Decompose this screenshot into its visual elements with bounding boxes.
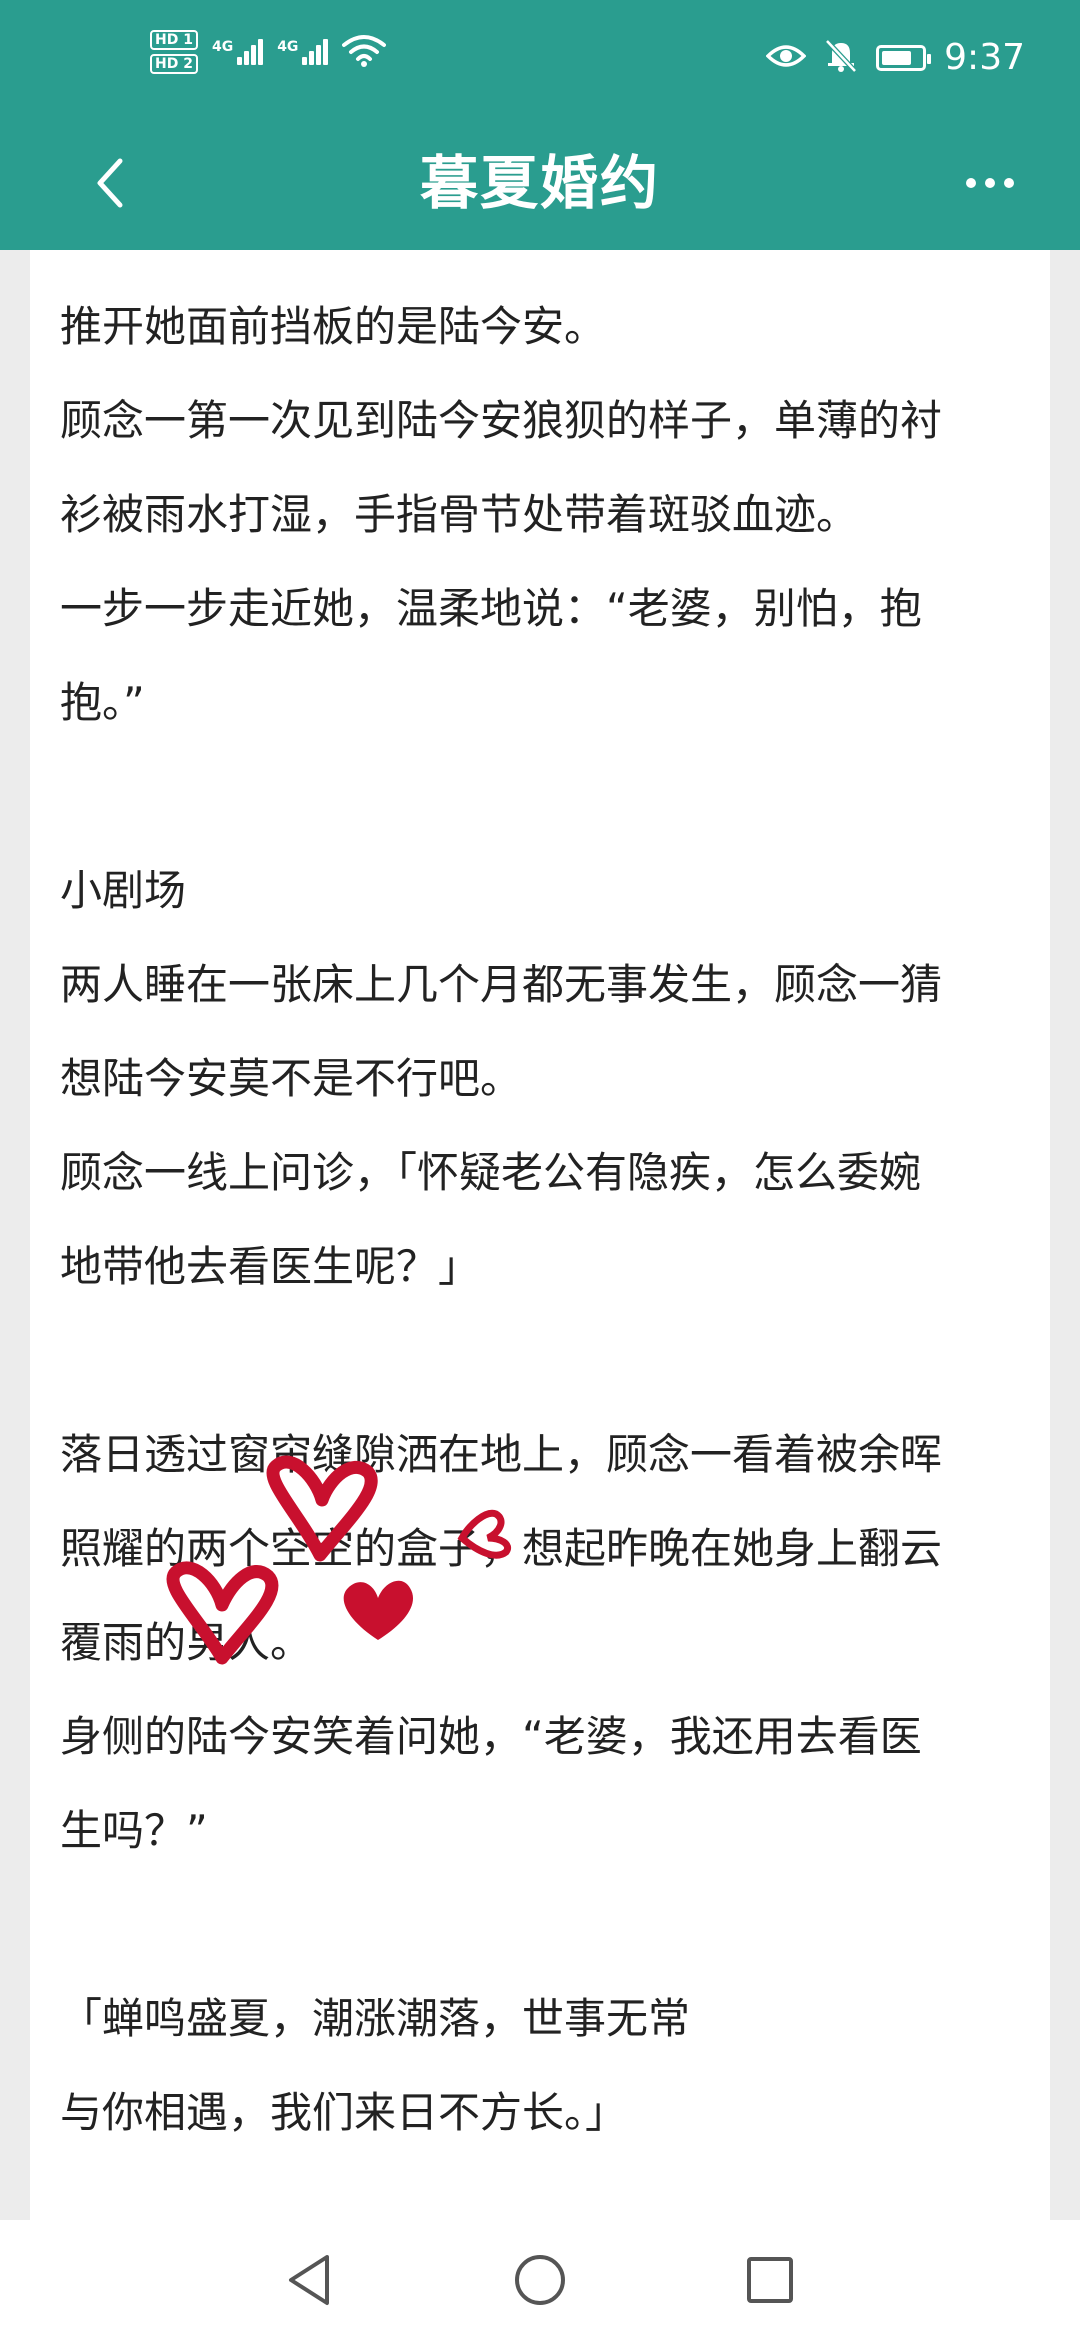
reading-page[interactable]: 推开她面前挡板的是陆今安。 顾念一第一次见到陆今安狼狈的样子，单薄的衬 衫被雨水…	[30, 250, 1050, 2220]
recents-square-icon	[747, 2256, 793, 2303]
status-bar: HD 1 HD 2 4G 4G 9:37	[0, 0, 1080, 125]
battery-fill	[882, 51, 912, 65]
text-line: 生吗？”	[60, 1806, 208, 1855]
signal-icon: 4G	[211, 39, 264, 65]
more-options-button[interactable]	[945, 143, 1035, 223]
signal-icon: 4G	[277, 39, 329, 65]
text-line: 顾念一第一次见到陆今安狼狈的样子，单薄的衬	[60, 396, 943, 445]
text-line: 落日透过窗帘缝隙洒在地上，顾念一看着被余晖	[60, 1430, 943, 1479]
network1-label: 4G	[211, 39, 234, 55]
text-line: 抱。”	[60, 678, 145, 727]
status-right-group: 9:37	[765, 37, 1025, 78]
text-line: 小剧场	[60, 866, 187, 915]
app-header: HD 1 HD 2 4G 4G 9:37 暮夏婚约	[0, 0, 1080, 250]
back-triangle-icon	[289, 2254, 329, 2305]
network2-label: 4G	[277, 39, 299, 55]
chapter-text: 推开她面前挡板的是陆今安。 顾念一第一次见到陆今安狼狈的样子，单薄的衬 衫被雨水…	[60, 280, 1040, 2160]
sim2-label: HD 2	[150, 54, 198, 74]
mute-icon	[824, 38, 858, 78]
eye-comfort-icon	[765, 42, 807, 74]
clock: 9:37	[944, 37, 1025, 78]
nav-home-button[interactable]	[500, 2240, 580, 2320]
text-line: 「蝉鸣盛夏，潮涨潮落，世事无常	[60, 1994, 691, 2043]
nav-recents-button[interactable]	[730, 2240, 810, 2320]
sim1-hd-badge: HD 1	[150, 30, 198, 50]
text-line: 与你相遇，我们来日不方长。」	[60, 2088, 628, 2137]
text-line: 顾念一线上问诊，「怀疑老公有隐疾，怎么委婉	[60, 1148, 922, 1197]
sim1-label: HD 1	[150, 30, 198, 50]
text-line: 想陆今安莫不是不行吧。	[60, 1054, 523, 1103]
sim2-hd-badge: HD 2	[150, 54, 198, 74]
text-line: 衫被雨水打湿，手指骨节处带着斑驳血迹。	[60, 490, 859, 539]
home-circle-icon	[515, 2254, 565, 2305]
page-title: 暮夏婚约	[419, 149, 660, 217]
wifi-icon	[342, 33, 387, 71]
text-line: 照耀的两个空空的盒子，想起昨晚在她身上翻云	[60, 1524, 943, 1573]
nav-back-button[interactable]	[270, 2240, 350, 2320]
title-bar: 暮夏婚约	[0, 125, 1080, 250]
text-line: 地带他去看医生呢？」	[60, 1242, 481, 1291]
text-line: 一步一步走近她，温柔地说：“老婆，别怕，抱	[60, 584, 922, 633]
text-line: 身侧的陆今安笑着问她，“老婆，我还用去看医	[60, 1712, 922, 1761]
battery-icon	[876, 45, 932, 71]
more-dots-icon	[966, 178, 1014, 188]
hd-badges: HD 1 HD 2	[150, 30, 198, 74]
sim-signal-group: HD 1 HD 2 4G 4G	[150, 30, 387, 74]
text-line: 两人睡在一张床上几个月都无事发生，顾念一猜	[60, 960, 943, 1009]
system-nav-bar	[0, 2220, 1080, 2339]
text-line: 覆雨的男人。	[60, 1618, 313, 1667]
text-line: 推开她面前挡板的是陆今安。	[60, 302, 607, 351]
